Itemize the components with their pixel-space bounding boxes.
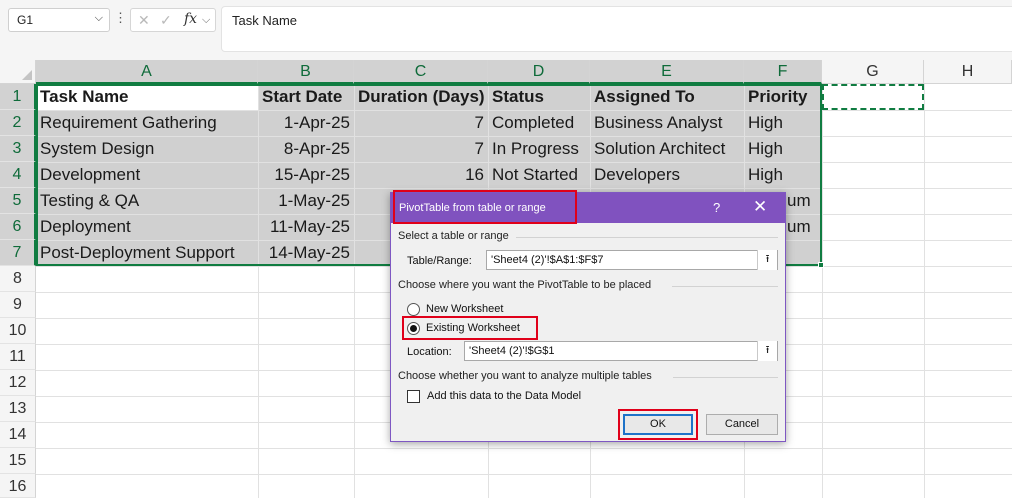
- close-icon[interactable]: ✕: [753, 197, 767, 217]
- chevron-down-icon[interactable]: ⌵: [202, 14, 210, 27]
- column-header-a[interactable]: A: [36, 60, 258, 84]
- new-worksheet-label[interactable]: New Worksheet: [426, 303, 503, 315]
- location-marquee: [822, 84, 924, 110]
- section-multi-label: Choose whether you want to analyze multi…: [398, 370, 652, 382]
- column-header-d[interactable]: D: [488, 60, 590, 84]
- row-header-9[interactable]: 9: [0, 292, 36, 318]
- data-model-checkbox[interactable]: [407, 390, 420, 403]
- row-header-16[interactable]: 16: [0, 474, 36, 498]
- row-header-5[interactable]: 5: [0, 188, 36, 214]
- collapse-dialog-icon[interactable]: ⭱: [757, 341, 777, 361]
- new-worksheet-radio[interactable]: [407, 303, 420, 316]
- column-header-h[interactable]: H: [924, 60, 1012, 84]
- location-input[interactable]: 'Sheet4 (2)'!$G$1: [464, 341, 778, 361]
- divider: [673, 377, 778, 378]
- gridline: [36, 474, 1012, 475]
- insert-function-icon[interactable]: fx: [184, 11, 197, 27]
- formula-bar: G1 ⌵ ⋮ ✕ ✓ fx ⌵ Task Name: [0, 0, 1012, 60]
- row-header-8[interactable]: 8: [0, 266, 36, 292]
- table-range-label: Table/Range:: [407, 255, 472, 267]
- title-highlight: [393, 190, 577, 224]
- column-header-e[interactable]: E: [590, 60, 744, 84]
- row-header-7[interactable]: 7: [0, 240, 36, 266]
- name-box-value: G1: [17, 13, 34, 27]
- collapse-dialog-icon[interactable]: ⭱: [757, 250, 777, 270]
- section-place-label: Choose where you want the PivotTable to …: [398, 279, 652, 291]
- location-label: Location:: [407, 346, 452, 358]
- gridline: [36, 448, 1012, 449]
- location-value: 'Sheet4 (2)'!$G$1: [469, 345, 555, 357]
- row-header-3[interactable]: 3: [0, 136, 36, 162]
- column-header-f[interactable]: F: [744, 60, 822, 84]
- existing-highlight: [402, 316, 538, 340]
- column-header-b[interactable]: B: [258, 60, 354, 84]
- row-header-1[interactable]: 1: [0, 84, 36, 110]
- row-header-2[interactable]: 2: [0, 110, 36, 136]
- fill-handle[interactable]: [818, 262, 824, 268]
- column-header-c[interactable]: C: [354, 60, 488, 84]
- section-select-label: Select a table or range: [398, 230, 509, 242]
- row-header-4[interactable]: 4: [0, 162, 36, 188]
- gridline: [822, 84, 823, 498]
- row-header-15[interactable]: 15: [0, 448, 36, 474]
- table-range-value: 'Sheet4 (2)'!$A$1:$F$7: [491, 254, 604, 266]
- data-model-label[interactable]: Add this data to the Data Model: [427, 390, 581, 402]
- cancel-icon[interactable]: ✕: [138, 12, 150, 29]
- enter-icon[interactable]: ✓: [160, 12, 172, 29]
- gridline: [924, 84, 925, 498]
- row-header-14[interactable]: 14: [0, 422, 36, 448]
- divider: [516, 237, 778, 238]
- formula-input[interactable]: Task Name: [221, 6, 1012, 52]
- select-all-button[interactable]: [0, 60, 36, 84]
- cancel-button[interactable]: Cancel: [706, 414, 778, 435]
- ok-highlight: [618, 409, 698, 440]
- divider: [672, 286, 778, 287]
- row-header-12[interactable]: 12: [0, 370, 36, 396]
- name-box[interactable]: G1 ⌵: [8, 8, 110, 32]
- row-header-6[interactable]: 6: [0, 214, 36, 240]
- column-header-g[interactable]: G: [822, 60, 924, 84]
- row-header-13[interactable]: 13: [0, 396, 36, 422]
- more-options-icon[interactable]: ⋮: [114, 10, 127, 26]
- formula-buttons: ✕ ✓ fx ⌵: [130, 8, 216, 32]
- chevron-down-icon[interactable]: ⌵: [95, 12, 103, 25]
- row-header-11[interactable]: 11: [0, 344, 36, 370]
- pivottable-dialog: PivotTable from table or range ? ✕ Selec…: [390, 190, 786, 442]
- table-range-input[interactable]: 'Sheet4 (2)'!$A$1:$F$7: [486, 250, 778, 270]
- help-icon[interactable]: ?: [713, 200, 720, 215]
- row-header-10[interactable]: 10: [0, 318, 36, 344]
